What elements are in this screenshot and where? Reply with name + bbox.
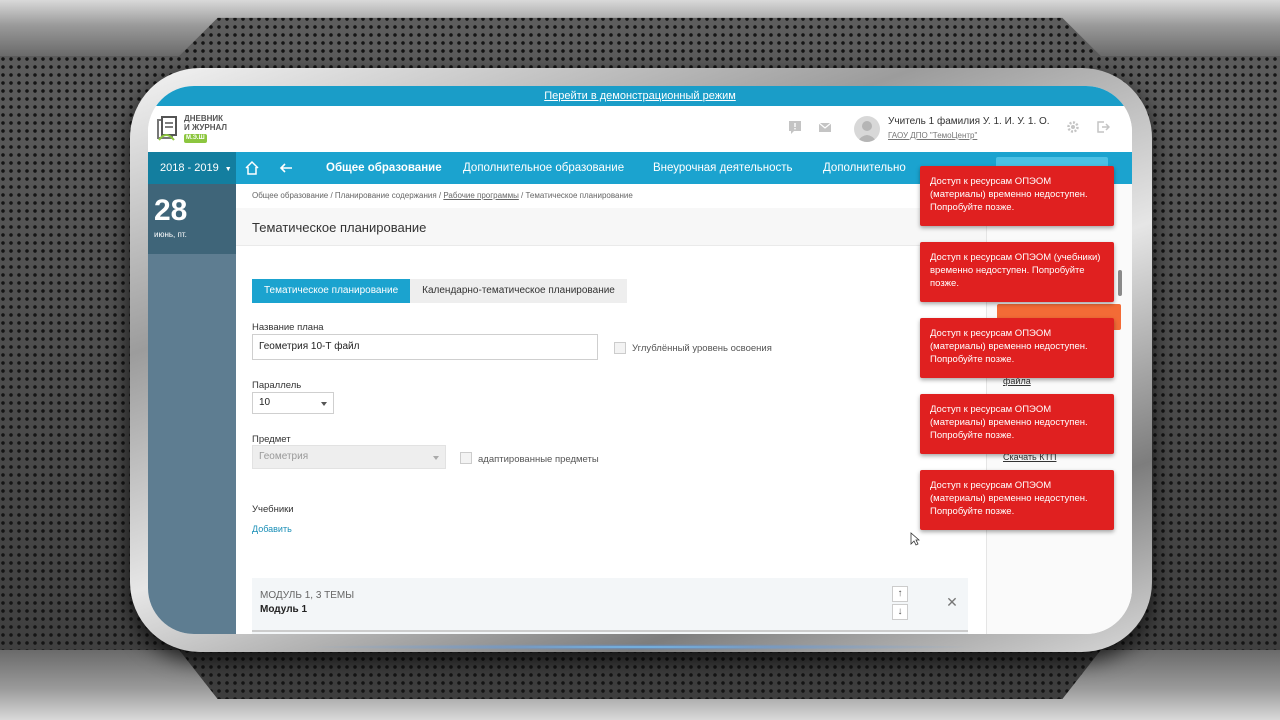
settings-icon[interactable]: [1066, 120, 1080, 134]
parallel-value: 10: [259, 397, 271, 408]
user-icon: [857, 121, 877, 142]
demo-mode-link[interactable]: Перейти в демонстрационный режим: [544, 90, 736, 102]
home-icon[interactable]: [244, 160, 260, 176]
avatar[interactable]: [854, 116, 880, 142]
date-box: 28 июнь, пт.: [148, 184, 236, 254]
date-number: 28: [154, 194, 188, 227]
move-up-button[interactable]: ↑: [892, 586, 908, 602]
subject-value: Геометрия: [259, 451, 309, 462]
alert-icon[interactable]: [788, 120, 802, 134]
scrollbar[interactable]: [1118, 270, 1122, 296]
app-screen: Перейти в демонстрационный режим ДНЕВНИК…: [148, 86, 1132, 634]
mouse-cursor-icon: [910, 532, 920, 546]
plan-name-label: Название плана: [252, 322, 324, 333]
year-label: 2018 - 2019: [160, 162, 219, 174]
breadcrumb-link-programs[interactable]: Рабочие программы: [443, 191, 518, 200]
error-toast[interactable]: Доступ к ресурсам ОПЭОМ (учебники) време…: [920, 242, 1114, 302]
error-toast[interactable]: Доступ к ресурсам ОПЭОМ (материалы) врем…: [920, 166, 1114, 226]
adapted-subjects-checkbox[interactable]: [460, 452, 472, 464]
main-content: Общее образование / Планирование содержа…: [236, 184, 986, 634]
advanced-level-checkbox[interactable]: [614, 342, 626, 354]
app-header: ДНЕВНИК И ЖУРНАЛ М.Э.Ш Учитель 1 фамилия…: [148, 106, 1132, 152]
title-row: Тематическое планирование: [236, 208, 986, 246]
module-subtitle: Модуль 1: [260, 604, 308, 615]
plan-name-input[interactable]: Геометрия 10-Т файл: [252, 334, 598, 360]
adapted-subjects-label: адаптированные предметы: [478, 454, 599, 465]
breadcrumb: Общее образование / Планирование содержа…: [252, 191, 633, 200]
logout-icon[interactable]: [1096, 120, 1110, 134]
chevron-down-icon: ▼: [224, 166, 232, 173]
module-title: МОДУЛЬ 1, 3 ТЕМЫ: [260, 590, 355, 601]
nav-item-additional-education[interactable]: Дополнительное образование: [463, 152, 624, 184]
tab-thematic[interactable]: Тематическое планирование: [252, 279, 411, 303]
error-toast[interactable]: Доступ к ресурсам ОПЭОМ (материалы) врем…: [920, 318, 1114, 378]
year-selector[interactable]: 2018 - 2019 ▼: [148, 152, 236, 184]
logo-text: ДНЕВНИК И ЖУРНАЛ М.Э.Ш: [184, 114, 227, 143]
bezel-glow: [300, 644, 980, 650]
breadcrumb-current: / Тематическое планирование: [518, 191, 633, 200]
add-textbook-link[interactable]: Добавить: [252, 524, 292, 534]
subject-label: Предмет: [252, 434, 291, 445]
textbooks-label: Учебники: [252, 504, 294, 515]
error-toast[interactable]: Доступ к ресурсам ОПЭОМ (материалы) врем…: [920, 470, 1114, 530]
move-down-button[interactable]: ↓: [892, 604, 908, 620]
close-icon[interactable]: ✕: [944, 594, 960, 610]
nav-item-general[interactable]: Общее образование: [326, 152, 442, 184]
page-title: Тематическое планирование: [252, 220, 427, 235]
arrow-down-icon: ↓: [897, 606, 903, 617]
parallel-select[interactable]: 10: [252, 392, 334, 414]
table-header-line: [252, 630, 968, 632]
demo-mode-bar: Перейти в демонстрационный режим: [148, 86, 1132, 106]
parallel-label: Параллель: [252, 380, 302, 391]
breadcrumb-path[interactable]: Общее образование / Планирование содержа…: [252, 191, 443, 200]
user-name[interactable]: Учитель 1 фамилия У. 1. И. У. 1. О.: [888, 116, 1050, 127]
metal-frame-bottom: [0, 650, 1280, 720]
logo-badge: М.Э.Ш: [184, 134, 207, 143]
tab-calendar-thematic[interactable]: Календарно-тематическое планирование: [410, 279, 627, 303]
logo[interactable]: ДНЕВНИК И ЖУРНАЛ М.Э.Ш: [156, 114, 227, 143]
chevron-down-icon: [321, 402, 327, 406]
date-weekday: июнь, пт.: [154, 230, 187, 239]
plan-tabs: Тематическое планирование Календарно-тем…: [252, 279, 627, 303]
chevron-down-icon: [433, 456, 439, 460]
module-block: МОДУЛЬ 1, 3 ТЕМЫ Модуль 1 ↑ ↓ ✕: [252, 578, 968, 634]
journal-logo-icon: [157, 115, 177, 141]
back-arrow-icon[interactable]: [278, 160, 294, 176]
logo-line-2: И ЖУРНАЛ: [184, 123, 227, 132]
error-toast[interactable]: Доступ к ресурсам ОПЭОМ (материалы) врем…: [920, 394, 1114, 454]
subject-select[interactable]: Геометрия: [252, 445, 446, 469]
sidebar: 28 июнь, пт.: [148, 184, 236, 634]
metal-frame-top: [0, 0, 1280, 56]
user-org[interactable]: ГАОУ ДПО "ТемоЦентр": [888, 131, 977, 140]
arrow-up-icon: ↑: [897, 588, 903, 599]
mail-icon[interactable]: [818, 120, 832, 134]
advanced-level-label: Углублённый уровень освоения: [632, 343, 772, 354]
nav-item-extracurricular[interactable]: Внеурочная деятельность: [653, 152, 793, 184]
logo-line-1: ДНЕВНИК: [184, 114, 223, 123]
nav-item-extra[interactable]: Дополнительно: [823, 152, 906, 184]
